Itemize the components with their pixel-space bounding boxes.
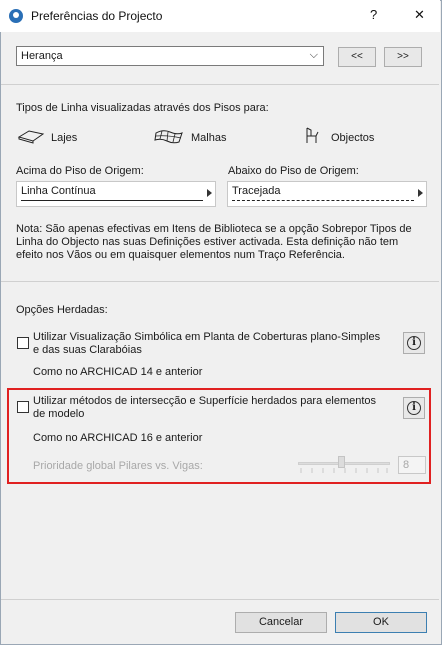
priority-value-field[interactable]: 8 bbox=[398, 456, 426, 474]
archicad-14-note: Como no ARCHICAD 14 e anterior bbox=[33, 366, 203, 378]
below-origin-label: Abaixo do Piso de Origem: bbox=[228, 165, 359, 177]
symbolic-roof-view-label-1: Utilizar Visualização Simbólica em Plant… bbox=[33, 331, 381, 343]
note-line-1: Nota: São apenas efectivas em Itens de B… bbox=[16, 223, 412, 235]
category-select-value: Herança bbox=[21, 50, 63, 62]
archicad-16-note: Como no ARCHICAD 16 e anterior bbox=[33, 432, 203, 444]
symbolic-roof-view-checkbox[interactable] bbox=[17, 337, 29, 349]
info-icon: i bbox=[407, 401, 421, 415]
preferences-category-select[interactable]: Herança ⌵ bbox=[16, 46, 324, 66]
cancel-button[interactable]: Cancelar bbox=[235, 612, 327, 633]
priority-label: Prioridade global Pilares vs. Vigas: bbox=[33, 460, 203, 472]
inherited-options-heading: Opções Herdadas: bbox=[16, 304, 108, 316]
archicad-app-icon bbox=[9, 9, 23, 23]
meshes-label: Malhas bbox=[191, 132, 227, 144]
above-line-type-popup[interactable]: Linha Contínua bbox=[16, 181, 216, 207]
below-line-type-popup[interactable]: Tracejada bbox=[227, 181, 427, 207]
dialog-title: Preferências do Projecto bbox=[31, 9, 163, 23]
divider bbox=[1, 281, 439, 282]
legacy-intersection-label-1: Utilizar métodos de intersecção e Superf… bbox=[33, 395, 377, 407]
priority-value: 8 bbox=[403, 459, 410, 471]
chair-object-icon bbox=[306, 127, 319, 143]
popup-arrow-icon bbox=[207, 189, 212, 197]
close-button[interactable]: ✕ bbox=[414, 7, 425, 23]
slabs-label: Lajes bbox=[51, 132, 78, 144]
help-button[interactable]: ? bbox=[370, 7, 377, 22]
chevron-down-icon: ⌵ bbox=[309, 49, 318, 61]
legacy-intersection-label-2: de modelo bbox=[33, 408, 85, 420]
previous-page-button[interactable]: << bbox=[338, 47, 376, 67]
objects-label: Objectos bbox=[331, 132, 375, 144]
divider bbox=[1, 599, 439, 600]
next-page-button[interactable]: >> bbox=[384, 47, 422, 67]
priority-slider-ticks bbox=[300, 468, 388, 473]
symbolic-roof-view-label-2: e das suas Clarabóias bbox=[33, 344, 142, 356]
line-types-heading: Tipos de Linha visualizadas através dos … bbox=[16, 102, 269, 114]
ok-button[interactable]: OK bbox=[335, 612, 427, 633]
above-line-type-value: Linha Contínua bbox=[21, 185, 96, 197]
info-button-roof[interactable]: i bbox=[403, 332, 425, 354]
note-line-2: Linha do Objecto nas suas Definições est… bbox=[16, 236, 399, 248]
dashed-line-preview bbox=[232, 200, 414, 201]
below-line-type-value: Tracejada bbox=[232, 185, 281, 197]
mesh-icon bbox=[154, 130, 183, 144]
solid-line-preview bbox=[21, 200, 203, 201]
info-icon: i bbox=[407, 336, 421, 350]
legacy-intersection-checkbox[interactable] bbox=[17, 401, 29, 413]
above-origin-label: Acima do Piso de Origem: bbox=[16, 165, 144, 177]
divider bbox=[1, 84, 439, 85]
note-line-3: efeito nos Vãos ou em quaisquer elemento… bbox=[16, 249, 345, 261]
slab-icon bbox=[17, 130, 45, 144]
info-button-intersection[interactable]: i bbox=[403, 397, 425, 419]
popup-arrow-icon bbox=[418, 189, 423, 197]
dialog-window bbox=[0, 0, 442, 645]
priority-slider-thumb[interactable] bbox=[338, 456, 345, 468]
